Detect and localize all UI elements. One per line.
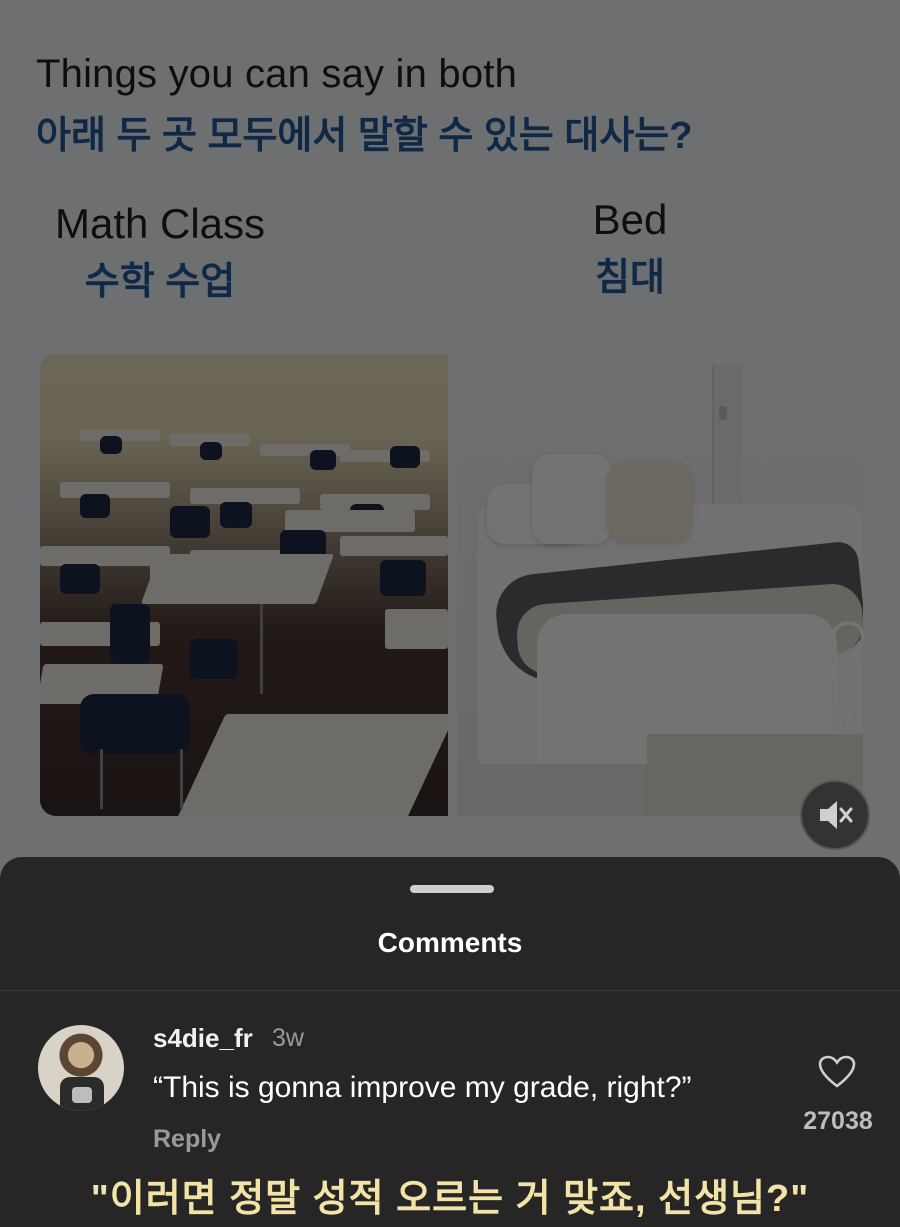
caption-bed: Bed 침대	[560, 196, 700, 301]
comments-title: Comments	[377, 927, 523, 958]
comment-text: “This is gonna improve my grade, right?”	[153, 1071, 692, 1104]
sheet-divider	[0, 990, 900, 991]
korean-subtitle: "이러면 정말 성적 오르는 거 맞죠, 선생님?"	[90, 1178, 810, 1220]
bedroom-photo	[457, 354, 863, 816]
heart-outline-icon	[818, 1055, 856, 1088]
comment-like-button[interactable]	[818, 1055, 856, 1089]
mute-button[interactable]	[800, 780, 870, 850]
heart-outline-icon	[800, 620, 866, 679]
comment-username[interactable]: s4die_fr	[153, 1023, 253, 1054]
comment-timestamp: 3w	[272, 1024, 304, 1052]
comments-sheet: Comments s4die_fr 3w “This is gonna impr…	[0, 857, 900, 1227]
post-heading-ko: 아래 두 곳 모두에서 말할 수 있는 대사는?	[36, 115, 693, 157]
post-like-count: 795K	[798, 706, 856, 733]
caption-right-en: Bed	[592, 196, 668, 243]
like-button[interactable]	[800, 620, 866, 680]
caption-left-ko: 수학 수업	[84, 261, 236, 303]
caption-right-ko: 침대	[595, 257, 665, 299]
sheet-drag-handle[interactable]	[410, 885, 494, 893]
classroom-photo	[40, 354, 448, 816]
caption-left-en: Math Class	[54, 200, 266, 247]
speaker-muted-icon	[820, 801, 853, 829]
caption-math-class: Math Class 수학 수업	[40, 200, 280, 305]
avatar[interactable]	[38, 1025, 124, 1111]
reply-button[interactable]: Reply	[153, 1125, 221, 1154]
post-heading-en: Things you can say in both	[36, 52, 518, 96]
post-card[interactable]: Things you can say in both 아래 두 곳 모두에서 말…	[0, 0, 900, 900]
comment-like-count: 27038	[803, 1107, 873, 1135]
